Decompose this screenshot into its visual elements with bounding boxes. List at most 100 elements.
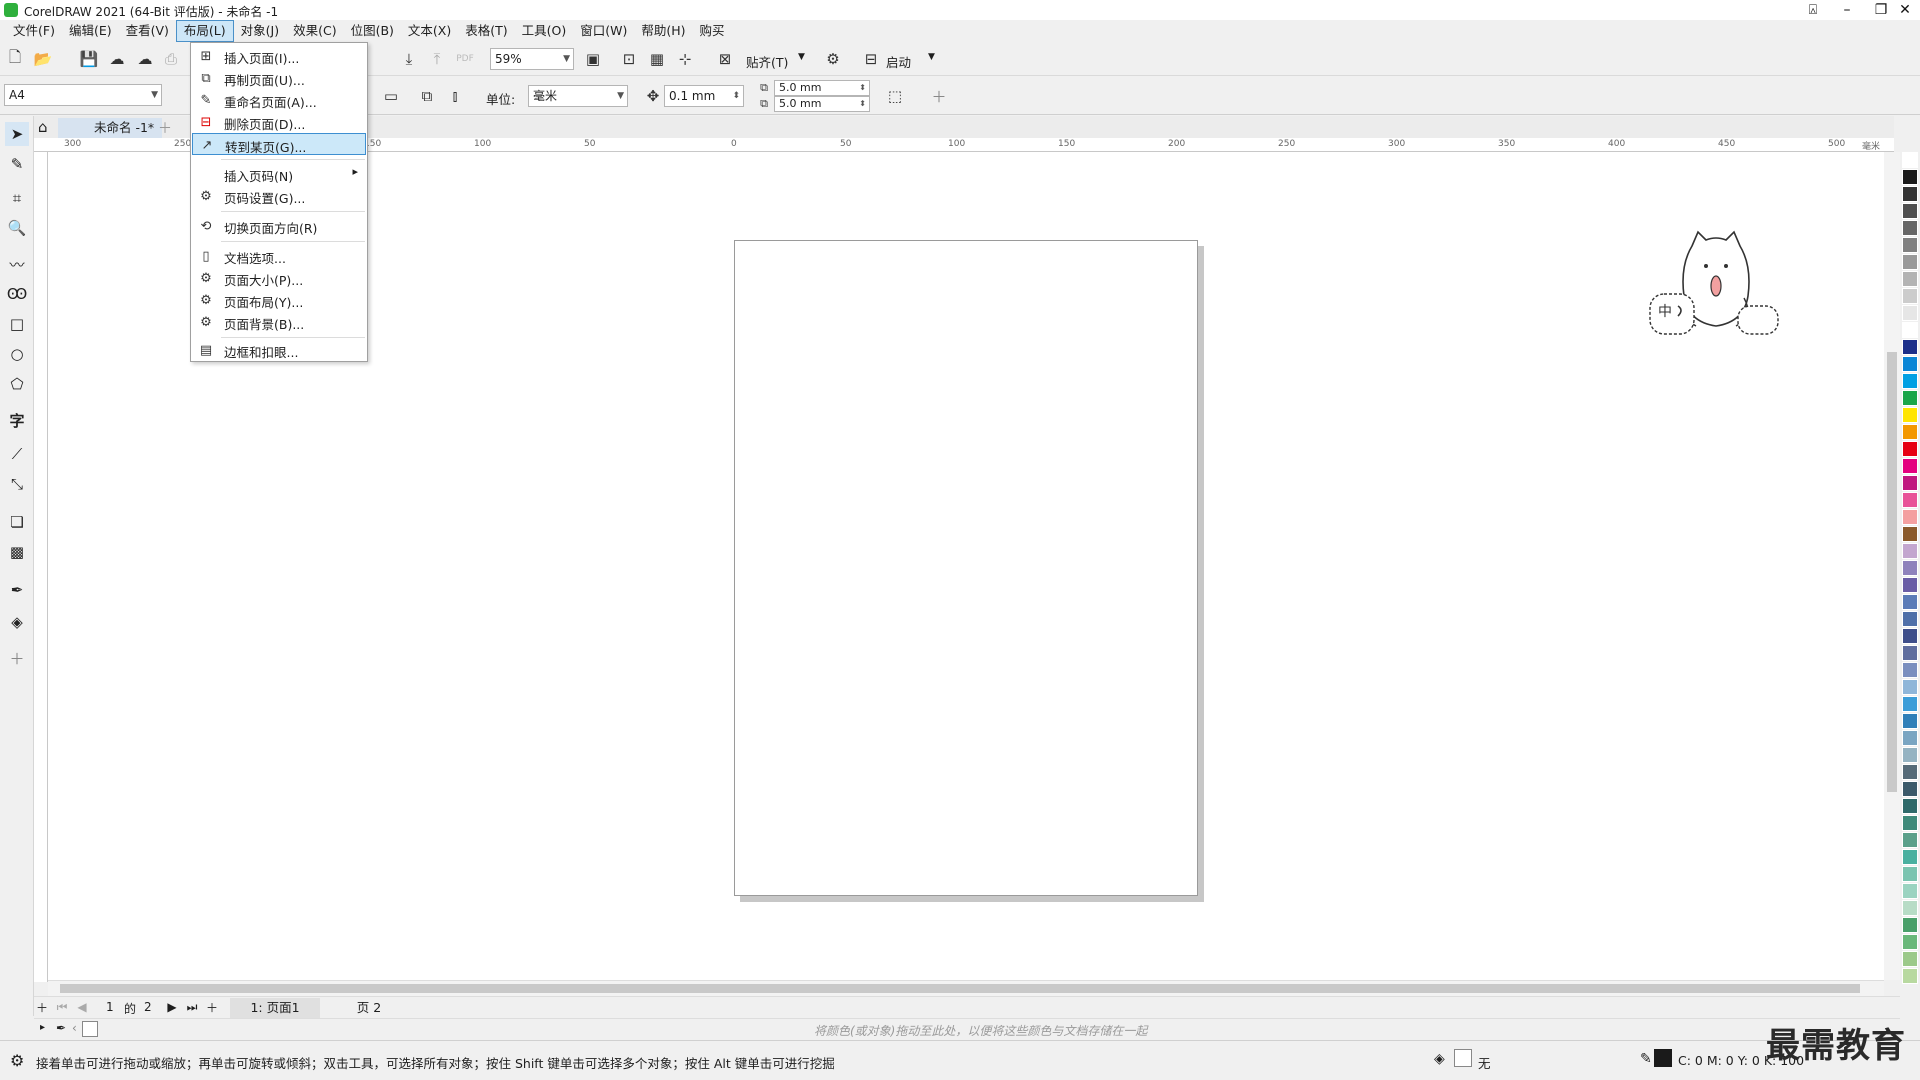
menu-help[interactable]: 帮助(H) [634,20,692,42]
horizontal-scrollbar[interactable] [48,980,1884,996]
color-swatch[interactable] [1902,458,1918,474]
rectangle-tool-icon[interactable]: □ [5,312,29,336]
launch-icon[interactable]: ⊟ [860,48,882,70]
color-swatch[interactable] [1902,798,1918,814]
color-swatch[interactable] [1902,560,1918,576]
menu-item-insert-page-number[interactable]: 插入页码(N) ▸ [192,163,366,185]
chevron-down-icon[interactable]: ▼ [798,52,805,62]
shape-tool-icon[interactable]: ✎ [5,152,29,176]
page-size-combo[interactable]: A4 ▼ [4,84,162,106]
menu-tools[interactable]: 工具(O) [515,20,574,42]
color-swatch[interactable] [1902,713,1918,729]
color-swatch[interactable] [1902,577,1918,593]
options-gear-icon[interactable]: ⚙ [822,48,844,70]
menu-table[interactable]: 表格(T) [458,20,514,42]
last-page-icon[interactable]: ⏭ [184,999,200,1015]
color-swatch[interactable] [1902,441,1918,457]
drop-shadow-tool-icon[interactable]: ❏ [5,510,29,534]
color-swatch[interactable] [1902,764,1918,780]
menu-text[interactable]: 文本(X) [401,20,458,42]
color-swatch[interactable] [1902,951,1918,967]
color-swatch[interactable] [1902,781,1918,797]
zoom-level-combo[interactable]: 59% ▼ [490,48,574,70]
current-page-icon[interactable]: ⫾ [444,85,466,107]
color-swatch[interactable] [1902,730,1918,746]
snap-to-dropdown[interactable]: 贴齐(T) [746,52,788,71]
add-page-before-icon[interactable]: ＋ [34,999,50,1015]
outline-swatch[interactable] [1654,1049,1672,1067]
color-swatch[interactable] [1902,288,1918,304]
menu-edit[interactable]: 编辑(E) [62,20,119,42]
menu-layout[interactable]: 布局(L) [175,20,234,42]
treat-as-filled-icon[interactable]: ⬚ [884,85,906,107]
color-swatch[interactable] [1902,373,1918,389]
menu-item-page-background[interactable]: ⚙ 页面背景(B)... [192,311,366,333]
first-page-icon[interactable]: ⏮ [54,999,70,1015]
color-swatch[interactable] [1902,322,1918,338]
add-page-after-icon[interactable]: ＋ [204,999,220,1015]
page-tab-1[interactable]: 1: 页面1 [230,998,320,1018]
fill-swatch[interactable] [1454,1049,1472,1067]
chevron-down-icon[interactable]: ▼ [928,52,935,62]
menu-item-rename-page[interactable]: ✎ 重命名页面(A)... [192,89,366,111]
color-swatch[interactable] [1902,305,1918,321]
open-icon[interactable]: 📂 [32,48,54,70]
menu-item-delete-page[interactable]: ⊟ 删除页面(D)... [192,111,366,133]
home-icon[interactable]: ⌂ [38,118,48,136]
zoom-tool-icon[interactable]: 🔍 [5,216,29,240]
menu-window[interactable]: 窗口(W) [573,20,634,42]
settings-gear-icon[interactable]: ⚙ [10,1051,24,1070]
menu-item-go-to-page[interactable]: ↗ 转到某页(G)... [192,133,366,155]
parallel-dimension-tool-icon[interactable]: ⟋ [5,442,29,466]
color-swatch[interactable] [1902,356,1918,372]
color-swatch[interactable] [1902,271,1918,287]
vertical-ruler[interactable] [34,152,48,982]
no-color-swatch[interactable] [82,1021,98,1037]
color-swatch[interactable] [1902,815,1918,831]
transparency-tool-icon[interactable]: ▩ [5,540,29,564]
color-swatch[interactable] [1902,934,1918,950]
color-swatch[interactable] [1902,492,1918,508]
minimize-button[interactable]: – [1830,0,1864,20]
vertical-scrollbar[interactable] [1884,152,1900,980]
crop-tool-icon[interactable]: ⌗ [5,186,29,210]
ellipse-tool-icon[interactable]: ○ [5,342,29,366]
menu-effects[interactable]: 效果(C) [286,20,343,42]
page-tab-2[interactable]: 页 2 [334,998,404,1018]
color-swatch[interactable] [1902,186,1918,202]
color-swatch[interactable] [1902,900,1918,916]
color-swatch[interactable] [1902,254,1918,270]
color-swatch[interactable] [1902,611,1918,627]
menu-view[interactable]: 查看(V) [119,20,176,42]
menu-item-duplicate-page[interactable]: ⧉ 再制页面(U)... [192,67,366,89]
previous-page-icon[interactable]: ◀ [74,999,90,1015]
add-tool-icon[interactable]: ＋ [5,646,29,670]
pdf-icon[interactable]: PDF [454,48,476,70]
export-icon[interactable]: ⤒ [426,48,448,70]
launch-dropdown[interactable]: 启动 [886,52,911,71]
new-document-icon[interactable]: 🗋 [4,48,26,70]
palette-expand-icon[interactable]: ▸ [40,1022,45,1033]
color-swatch[interactable] [1902,662,1918,678]
menu-item-page-size[interactable]: ⚙ 页面大小(P)... [192,267,366,289]
cloud-download-icon[interactable]: ☁ [106,48,128,70]
color-swatch[interactable] [1902,203,1918,219]
color-swatch[interactable] [1902,747,1918,763]
eyedropper-icon[interactable]: ✒ [56,1021,66,1035]
nudge-distance-input[interactable]: 0.1 mm ⬍ [664,85,744,107]
units-combo[interactable]: 毫米 ▼ [528,85,628,107]
close-button[interactable]: ✕ [1888,0,1920,20]
color-swatch[interactable] [1902,220,1918,236]
color-swatch[interactable] [1902,390,1918,406]
horizontal-scroll-thumb[interactable] [60,984,1860,993]
interactive-fill-tool-icon[interactable]: ◈ [5,610,29,634]
duplicate-x-input[interactable]: 5.0 mm ⬍ [774,80,870,96]
color-swatch[interactable] [1902,679,1918,695]
dynamic-guides-icon[interactable]: ⊠ [714,48,736,70]
color-swatch[interactable] [1902,883,1918,899]
color-swatch[interactable] [1902,237,1918,253]
menu-item-insert-page[interactable]: ⊞ 插入页面(I)... [192,45,366,67]
color-swatch[interactable] [1902,543,1918,559]
menu-item-borders-grommets[interactable]: ▤ 边框和扣眼... [192,339,366,361]
all-pages-icon[interactable]: ⧉ [416,85,438,107]
